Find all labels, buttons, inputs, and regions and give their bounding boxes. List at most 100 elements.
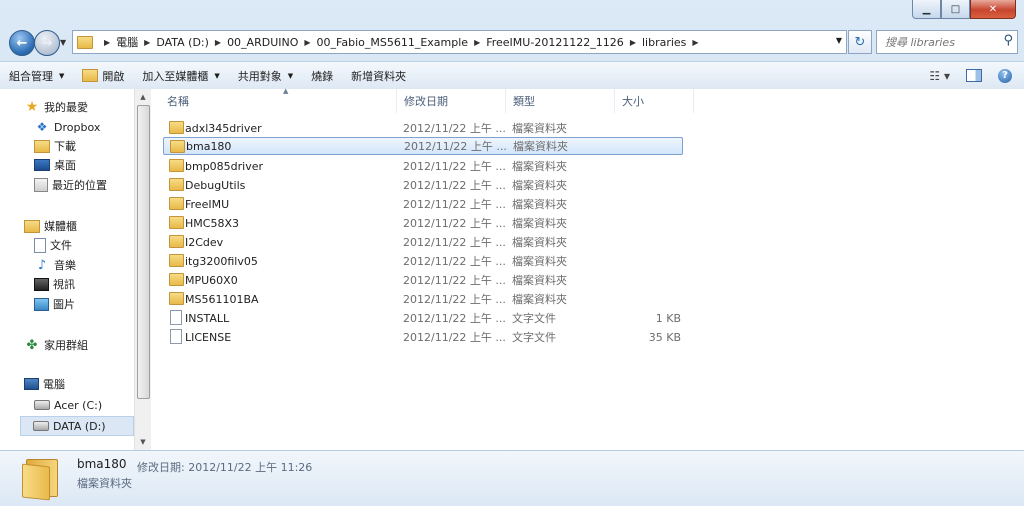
- search-box[interactable]: ⚲: [876, 30, 1018, 54]
- nav-label: 我的最愛: [44, 101, 88, 114]
- add-to-library-button[interactable]: 加入至媒體櫃 ▼: [133, 62, 228, 89]
- file-row[interactable]: adxl345driver 2012/11/22 上午 ... 檔案資料夾: [163, 119, 683, 137]
- nav-downloads[interactable]: 下載: [34, 137, 76, 155]
- open-folder-icon: [82, 69, 99, 82]
- nav-scrollbar[interactable]: ▲ ▼: [134, 89, 151, 450]
- column-header-date[interactable]: 修改日期: [396, 89, 506, 113]
- chevron-right-icon[interactable]: ▶: [692, 38, 698, 47]
- breadcrumb-item[interactable]: libraries ▶: [642, 36, 705, 49]
- nav-favorites[interactable]: ★ 我的最愛: [24, 98, 88, 116]
- nav-homegroup[interactable]: ✤ 家用群組: [24, 336, 88, 354]
- downloads-folder-icon: [34, 139, 50, 153]
- scroll-up-icon[interactable]: ▲: [135, 90, 151, 104]
- address-bar[interactable]: ▶ 電腦 ▶ DATA (D:) ▶ 00_ARDUINO ▶ 00_Fabio_MS…: [72, 30, 847, 54]
- navigation-tree: ★ 我的最愛 ❖ Dropbox 下載 桌面 最近的位置 媒體櫃 文件 ♪ 音樂 視訊…: [0, 89, 134, 450]
- toolbar-right: ☷ ▾ ?: [929, 62, 1012, 89]
- file-row[interactable]: I2Cdev 2012/11/22 上午 ... 檔案資料夾: [163, 233, 683, 251]
- folder-icon: [169, 216, 184, 229]
- large-folder-icon: [22, 455, 58, 501]
- nav-libraries[interactable]: 媒體櫃: [24, 217, 77, 235]
- view-options-icon[interactable]: ☷ ▾: [929, 69, 950, 83]
- nav-documents[interactable]: 文件: [34, 236, 72, 254]
- chevron-right-icon[interactable]: ▶: [474, 38, 480, 47]
- details-type: 檔案資料夾: [77, 477, 132, 490]
- breadcrumb-item[interactable]: 電腦 ▶: [116, 34, 156, 50]
- folder-icon: [170, 140, 185, 153]
- nav-dropbox[interactable]: ❖ Dropbox: [34, 118, 101, 136]
- file-type: 檔案資料夾: [512, 217, 567, 230]
- column-header-name[interactable]: 名稱 ▲: [159, 87, 397, 113]
- nav-pictures[interactable]: 圖片: [34, 295, 75, 313]
- nav-desktop[interactable]: 桌面: [34, 156, 76, 174]
- address-row: ← → ▼ ▶ 電腦 ▶ DATA (D:) ▶ 00_ARDUINO ▶ 00_Fa…: [0, 27, 1024, 57]
- chevron-right-icon[interactable]: ▶: [630, 38, 636, 47]
- breadcrumb-item[interactable]: 00_ARDUINO ▶: [227, 36, 316, 49]
- caret-down-icon: ▼: [287, 71, 294, 80]
- file-type: 檔案資料夾: [512, 293, 567, 306]
- nav-music[interactable]: ♪ 音樂: [34, 256, 76, 274]
- nav-drive-d[interactable]: DATA (D:): [20, 416, 134, 436]
- file-size: 35 KB: [648, 330, 681, 344]
- file-type: 檔案資料夾: [512, 179, 567, 192]
- breadcrumb-item[interactable]: 00_Fabio_MS5611_Example ▶: [317, 36, 487, 49]
- star-icon: ★: [25, 99, 39, 115]
- file-row[interactable]: FreeIMU 2012/11/22 上午 ... 檔案資料夾: [163, 195, 683, 213]
- breadcrumb-item[interactable]: FreeIMU-20121122_1126 ▶: [486, 36, 642, 49]
- scroll-down-icon[interactable]: ▼: [135, 435, 151, 449]
- folder-icon: [169, 292, 184, 305]
- file-type: 文字文件: [512, 312, 556, 325]
- maximize-button[interactable]: □: [941, 0, 970, 19]
- chevron-right-icon[interactable]: ▶: [215, 38, 221, 47]
- nav-computer[interactable]: 電腦: [24, 375, 65, 393]
- file-name: DebugUtils: [185, 178, 246, 192]
- search-input[interactable]: [883, 34, 999, 50]
- close-button[interactable]: ✕: [970, 0, 1016, 19]
- preview-pane-icon[interactable]: [966, 69, 982, 82]
- file-row[interactable]: itg3200filv05 2012/11/22 上午 ... 檔案資料夾: [163, 252, 683, 270]
- folder-front-shape: [22, 463, 50, 501]
- breadcrumb-item[interactable]: DATA (D:) ▶: [156, 36, 227, 49]
- column-header-type[interactable]: 類型: [505, 89, 615, 113]
- file-row[interactable]: INSTALL 2012/11/22 上午 ... 文字文件 1 KB: [163, 309, 683, 327]
- file-name: MPU60X0: [185, 273, 238, 287]
- column-header-label: 名稱: [167, 95, 189, 108]
- nav-recent-places[interactable]: 最近的位置: [34, 176, 107, 194]
- file-date: 2012/11/22 上午 ...: [403, 217, 506, 230]
- share-button[interactable]: 共用對象 ▼: [229, 62, 302, 89]
- breadcrumb-label: 00_Fabio_MS5611_Example: [316, 35, 469, 49]
- file-row[interactable]: DebugUtils 2012/11/22 上午 ... 檔案資料夾: [163, 176, 683, 194]
- refresh-button[interactable]: ↻: [848, 30, 872, 54]
- nav-drive-c[interactable]: Acer (C:): [34, 396, 102, 414]
- file-row-selected[interactable]: bma180 2012/11/22 上午 ... 檔案資料夾: [163, 137, 683, 155]
- file-row[interactable]: MPU60X0 2012/11/22 上午 ... 檔案資料夾: [163, 271, 683, 289]
- new-folder-button[interactable]: 新增資料夾: [342, 62, 415, 89]
- file-row[interactable]: LICENSE 2012/11/22 上午 ... 文字文件 35 KB: [163, 328, 683, 346]
- organize-label: 組合管理: [9, 69, 53, 83]
- file-type: 檔案資料夾: [512, 122, 567, 135]
- help-icon[interactable]: ?: [998, 68, 1012, 83]
- file-name: itg3200filv05: [185, 254, 258, 268]
- scroll-thumb[interactable]: [137, 105, 150, 399]
- search-icon[interactable]: ⚲: [1003, 33, 1013, 48]
- open-button[interactable]: 開啟: [73, 62, 133, 89]
- breadcrumb-label: 00_ARDUINO: [227, 35, 299, 49]
- file-row[interactable]: bmp085driver 2012/11/22 上午 ... 檔案資料夾: [163, 157, 683, 175]
- forward-button[interactable]: →: [34, 30, 60, 56]
- chevron-right-icon[interactable]: ▶: [304, 38, 310, 47]
- folder-icon: [169, 273, 184, 286]
- breadcrumb-root-arrow[interactable]: ▶: [98, 38, 116, 47]
- history-dropdown-icon[interactable]: ▼: [60, 38, 66, 47]
- video-icon: [34, 277, 49, 291]
- file-row[interactable]: MS561101BA 2012/11/22 上午 ... 檔案資料夾: [163, 290, 683, 308]
- address-dropdown-icon[interactable]: ▼: [836, 36, 842, 45]
- minimize-button[interactable]: ▁: [912, 0, 941, 19]
- title-bar: ▁ □ ✕: [0, 0, 1024, 24]
- burn-button[interactable]: 燒錄: [302, 62, 342, 89]
- burn-label: 燒錄: [311, 69, 334, 83]
- file-row[interactable]: HMC58X3 2012/11/22 上午 ... 檔案資料夾: [163, 214, 683, 232]
- nav-videos[interactable]: 視訊: [34, 275, 75, 293]
- chevron-right-icon[interactable]: ▶: [144, 38, 150, 47]
- back-button[interactable]: ←: [9, 30, 35, 56]
- column-header-size[interactable]: 大小: [614, 89, 694, 113]
- organize-button[interactable]: 組合管理 ▼: [0, 62, 73, 89]
